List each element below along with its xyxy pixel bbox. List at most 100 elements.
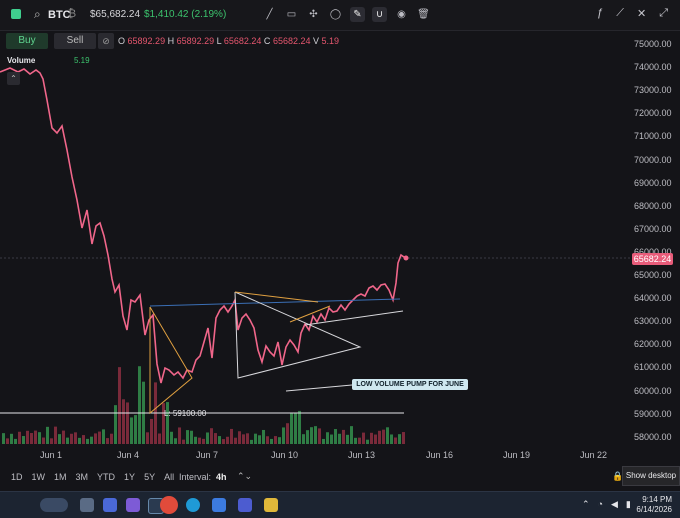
volume-bar <box>362 432 365 444</box>
volume-bar <box>94 433 97 444</box>
battery-icon[interactable]: ▮ <box>626 499 631 510</box>
app-icon[interactable] <box>238 498 252 512</box>
volume-bar <box>146 432 149 444</box>
volume-bar <box>22 436 25 444</box>
volume-bar <box>78 437 81 444</box>
widgets-icon[interactable] <box>40 498 68 512</box>
copilot-icon[interactable] <box>126 498 140 512</box>
volume-bar <box>66 437 69 444</box>
volume-bar <box>30 433 33 444</box>
pen-icon[interactable]: ╱ <box>262 7 277 22</box>
xmark-icon[interactable]: ✕ <box>637 7 646 20</box>
y-tick-label: 69000.00 <box>634 177 672 188</box>
last-price-dot <box>403 255 409 261</box>
store-icon[interactable] <box>212 498 226 512</box>
volume-bar <box>286 423 289 444</box>
volume-bar <box>402 432 405 444</box>
volume-bar <box>226 436 229 444</box>
volume-bar <box>2 433 5 444</box>
sell-button[interactable]: Sell <box>54 33 96 49</box>
volume-bar <box>218 436 221 444</box>
timeframe-1d[interactable]: 1D <box>11 472 23 482</box>
y-tick-label: 61000.00 <box>634 362 672 373</box>
edge-icon[interactable] <box>186 498 200 512</box>
search-icon[interactable]: ⌕ <box>34 7 41 22</box>
volume-bar <box>390 434 393 444</box>
chrome-icon[interactable] <box>160 496 178 514</box>
volume-bar <box>186 430 189 444</box>
volume-bar <box>198 437 201 444</box>
volume-bar <box>150 418 153 444</box>
ohlc-readout: O 65892.29 H 65892.29 L 65682.24 C 65682… <box>118 36 340 46</box>
x-tick-label: Jun 13 <box>348 450 376 460</box>
drawing-tools: ╱ ▭ ✣ ◯ ✎ ∪ ◉ 🗑 <box>262 7 431 22</box>
trendline-blue <box>149 298 401 307</box>
low-line-label: L: 59100.00 <box>164 409 207 418</box>
close-value: 65682.24 <box>272 36 311 46</box>
wifi-icon[interactable]: ◔ <box>598 499 603 510</box>
timeframe-ytd[interactable]: YTD <box>97 472 115 482</box>
header-change: $1,410.42 (2.19%) <box>144 9 227 20</box>
volume-bar <box>34 430 37 444</box>
clock[interactable]: 9:14 PM 6/14/2026 <box>636 495 672 515</box>
volume-bar <box>378 430 381 444</box>
timeframe-1y[interactable]: 1Y <box>124 472 135 482</box>
y-tick-label: 59000.00 <box>634 408 672 419</box>
file-explorer-icon[interactable] <box>264 498 278 512</box>
crosshair-icon[interactable]: ✣ <box>306 7 321 22</box>
hide-icon[interactable]: ⊘ <box>98 33 114 49</box>
volume-bar <box>330 434 333 444</box>
interval-value[interactable]: 4h <box>216 472 227 482</box>
chevron-up-icon[interactable]: ⌃ <box>7 72 20 85</box>
volume-bar <box>254 433 257 444</box>
formula-icon[interactable]: ƒ <box>597 7 603 20</box>
volume-bar <box>138 366 141 444</box>
volume-bar <box>134 415 137 444</box>
volume-bar <box>98 431 101 444</box>
x-tick-label: Jun 7 <box>196 450 219 460</box>
volume-bar <box>54 426 57 444</box>
line-chart-icon[interactable]: ⟋ <box>616 7 624 20</box>
volume-bar <box>242 434 245 444</box>
timeframe-all[interactable]: All <box>164 472 174 482</box>
timeframe-1w[interactable]: 1W <box>32 472 46 482</box>
timeframe-1m[interactable]: 1M <box>54 472 67 482</box>
speaker-icon[interactable]: ◀ <box>611 499 618 510</box>
right-tools: ƒ ⟋ ✕ ⤢ <box>597 7 668 20</box>
volume-bar <box>354 437 357 444</box>
expand-icon[interactable]: ⤢ <box>659 7 668 20</box>
volume-bar <box>190 430 193 444</box>
volume-bar <box>278 437 281 444</box>
magnet-icon[interactable]: ∪ <box>372 7 387 22</box>
brush-icon[interactable]: ✎ <box>350 7 365 22</box>
volume-bar <box>170 431 173 444</box>
timeframe-3m[interactable]: 3M <box>76 472 89 482</box>
teams-icon[interactable] <box>103 498 117 512</box>
volume-bar <box>102 429 105 444</box>
start-icon[interactable] <box>80 498 94 512</box>
volume-bar <box>206 432 209 444</box>
volume-bar <box>382 429 385 444</box>
volume-bar <box>338 433 341 444</box>
bitcoin-icon: ₿ <box>68 8 77 20</box>
annotation-label[interactable]: LOW VOLUME PUMP FOR JUNE <box>352 379 468 390</box>
timeframe-5y[interactable]: 5Y <box>144 472 155 482</box>
y-tick-label: 64000.00 <box>634 293 672 304</box>
chevron-up-tray-icon[interactable]: ⌃ <box>582 499 590 510</box>
open-value: 65892.29 <box>127 36 166 46</box>
y-tick-label: 73000.00 <box>634 85 672 96</box>
trash-icon[interactable]: 🗑 <box>416 7 431 22</box>
buy-button[interactable]: Buy <box>6 33 48 49</box>
volume-bar <box>114 405 117 444</box>
ellipse-icon[interactable]: ◯ <box>328 7 343 22</box>
volume-bar <box>42 437 45 444</box>
eye-icon[interactable]: ◉ <box>394 7 409 22</box>
rectangle-icon[interactable]: ▭ <box>284 7 299 22</box>
volume-bar <box>46 426 49 444</box>
volume-value: 5.19 <box>321 36 340 46</box>
volume-bar <box>370 432 373 444</box>
price-chart[interactable] <box>0 0 680 517</box>
volume-bar <box>50 438 53 444</box>
current-price-tag: 65682.24 <box>632 253 673 265</box>
interval-chevron-icon[interactable]: ⌃⌄ <box>237 471 252 482</box>
